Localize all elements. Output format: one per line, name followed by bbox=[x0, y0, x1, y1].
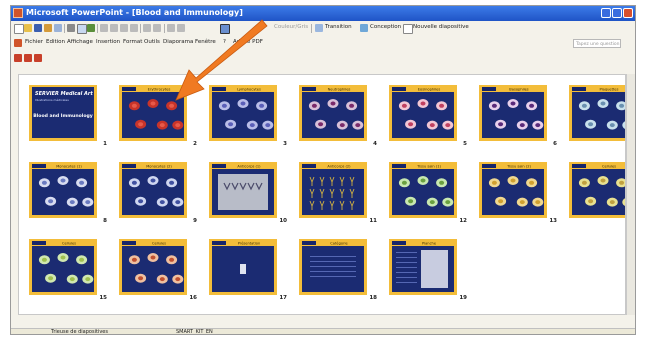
annotation-arrow bbox=[175, 19, 268, 101]
pointer-arrow-icon bbox=[175, 19, 268, 101]
